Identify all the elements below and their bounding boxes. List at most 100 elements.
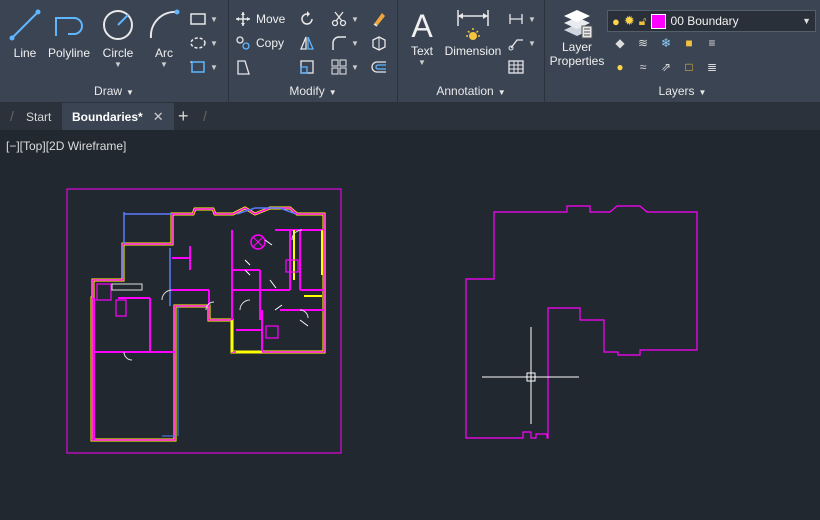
- polyline-label: Polyline: [47, 46, 91, 60]
- sun-thaw-icon: ✹: [623, 13, 635, 28]
- arc-label: Arc: [155, 46, 173, 60]
- dimension-icon: [457, 10, 489, 40]
- layer-change-icon[interactable]: ⇗: [657, 60, 675, 78]
- table-icon: [506, 58, 526, 76]
- boundary-outline-drawing: [465, 205, 698, 439]
- ellipse-button[interactable]: ▼: [188, 34, 218, 52]
- modify-panel-title[interactable]: Modify ▼: [229, 84, 397, 98]
- layer-freeze-icon[interactable]: ❄: [657, 36, 675, 54]
- layer-on-icon[interactable]: ●: [611, 60, 629, 78]
- move-label: Move: [256, 12, 286, 26]
- chevron-down-icon: ▼: [698, 88, 707, 97]
- rotate-icon: [297, 10, 317, 28]
- lightbulb-on-icon: ●: [612, 13, 620, 29]
- copy-icon: [233, 34, 253, 52]
- arc-button[interactable]: Arc ▼: [144, 8, 184, 69]
- rotate-button[interactable]: [297, 10, 317, 28]
- layers-panel: Layer Properties ● ✹ 🔓︎ 00 Boundary ▼ ◆ …: [545, 0, 820, 102]
- arc-dropdown-caret[interactable]: ▼: [160, 60, 168, 69]
- scissors-icon: [329, 10, 349, 28]
- scale-button[interactable]: [297, 58, 317, 76]
- array-icon: [329, 58, 349, 76]
- copy-button[interactable]: Copy: [233, 34, 284, 52]
- array-button[interactable]: ▼: [329, 58, 359, 76]
- annotation-panel: A Text ▼ Dimension ▼ ▼ Annotation ▼: [398, 0, 545, 102]
- chevron-down-icon: ▼: [328, 88, 337, 97]
- layer-properties-label-line1: Layer: [561, 40, 593, 54]
- chevron-down-icon: ▼: [126, 88, 134, 97]
- fillet-button[interactable]: ▼: [329, 34, 359, 52]
- current-layer-name: 00 Boundary: [670, 14, 739, 28]
- hatch-icon: [188, 58, 208, 76]
- draw-title-label: Draw: [94, 84, 123, 98]
- annotation-title-label: Annotation: [436, 84, 494, 98]
- layers-panel-title[interactable]: Layers ▼: [545, 84, 820, 98]
- fillet-icon: [329, 34, 349, 52]
- stretch-button[interactable]: [233, 58, 253, 76]
- layer-lock-icon[interactable]: ■: [680, 36, 698, 54]
- offset-button[interactable]: [369, 58, 389, 76]
- annotation-panel-title[interactable]: Annotation ▼: [398, 84, 544, 98]
- polyline-icon: [55, 17, 83, 36]
- tab-boundaries[interactable]: Boundaries* ✕: [62, 103, 174, 130]
- dimension-button[interactable]: Dimension: [444, 8, 502, 58]
- layer-off-icon[interactable]: ◆: [611, 36, 629, 54]
- drawing-viewport[interactable]: [−][Top][2D Wireframe]: [0, 130, 820, 520]
- trim-button[interactable]: ▼: [329, 10, 359, 28]
- move-icon: [233, 10, 253, 28]
- text-dropdown-caret[interactable]: ▼: [418, 58, 426, 67]
- polyline-button[interactable]: Polyline: [46, 8, 92, 60]
- leader-icon: [506, 34, 526, 52]
- layer-tools-row-1: ◆ ≋ ❄ ■ ≡: [611, 36, 721, 54]
- layer-walk-icon[interactable]: ≡: [703, 36, 721, 54]
- mirror-button[interactable]: [297, 34, 317, 52]
- text-icon: A: [411, 8, 433, 44]
- close-icon[interactable]: ✕: [153, 109, 164, 125]
- line-label: Line: [13, 46, 37, 60]
- circle-button[interactable]: Circle ▼: [98, 8, 138, 69]
- explode-icon: [369, 34, 389, 52]
- layer-dropdown[interactable]: ● ✹ 🔓︎ 00 Boundary ▼: [607, 10, 816, 32]
- drawing-canvas[interactable]: [0, 130, 820, 520]
- line-icon: [9, 9, 41, 41]
- layer-merge-icon[interactable]: ≣: [703, 60, 721, 78]
- ellipse-icon: [188, 34, 208, 52]
- layer-stack-icon: [564, 10, 593, 39]
- offset-icon: [369, 58, 389, 76]
- draw-panel-title[interactable]: Draw ▼: [0, 84, 228, 98]
- layer-properties-button[interactable]: Layer Properties: [547, 8, 607, 68]
- rectangle-icon: [188, 10, 208, 28]
- layer-color-swatch: [650, 13, 666, 29]
- circle-icon: [103, 10, 133, 40]
- tab-start[interactable]: Start: [26, 103, 51, 130]
- arc-icon: [149, 9, 180, 39]
- hatch-button[interactable]: ▼: [188, 58, 218, 76]
- file-tab-bar: / Start Boundaries* ✕ + /: [0, 103, 820, 130]
- draw-panel: Line Polyline Circle ▼ Arc ▼ ▼ ▼ ▼ Draw …: [0, 0, 229, 102]
- table-button[interactable]: [506, 58, 526, 76]
- ribbon: Line Polyline Circle ▼ Arc ▼ ▼ ▼ ▼ Draw …: [0, 0, 820, 103]
- explode-button[interactable]: [369, 34, 389, 52]
- linear-dimension-button[interactable]: ▼: [506, 10, 536, 28]
- move-button[interactable]: Move: [233, 10, 285, 28]
- erase-button[interactable]: [369, 10, 389, 28]
- layer-isolate-icon[interactable]: ≋: [634, 36, 652, 54]
- floor-plan-drawing: [66, 188, 342, 454]
- circle-dropdown-caret[interactable]: ▼: [114, 60, 122, 69]
- text-button[interactable]: A Text ▼: [404, 8, 440, 67]
- dimension-label: Dimension: [444, 44, 502, 58]
- plus-icon: +: [178, 106, 189, 126]
- modify-title-label: Modify: [289, 84, 325, 98]
- chevron-down-icon: ▼: [802, 16, 811, 26]
- mirror-icon: [297, 34, 317, 52]
- layer-unlock-icon[interactable]: □: [680, 60, 698, 78]
- line-button[interactable]: Line: [6, 8, 44, 60]
- rectangle-button[interactable]: ▼: [188, 10, 218, 28]
- layer-match-icon[interactable]: ≈: [634, 60, 652, 78]
- stretch-icon: [233, 58, 253, 76]
- leader-button[interactable]: ▼: [506, 34, 536, 52]
- new-tab-button[interactable]: +: [178, 103, 189, 130]
- chevron-down-icon: ▼: [497, 88, 506, 97]
- lock-open-icon: 🔓︎: [638, 13, 647, 28]
- tab-separator: /: [203, 108, 207, 124]
